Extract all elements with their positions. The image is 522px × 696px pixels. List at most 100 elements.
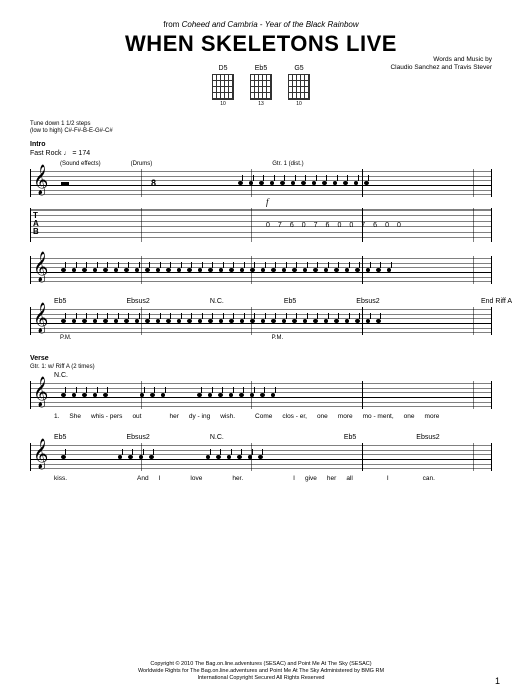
lyric: more	[425, 413, 440, 420]
lyric: can.	[423, 475, 435, 482]
tab-numbers: 0 7 6 0 7 6 0 0 7 6 0 0	[266, 208, 401, 242]
treble-clef-icon: 𝄞	[33, 167, 48, 193]
lyric: whis - pers	[91, 413, 122, 420]
chord: N.C.	[210, 434, 224, 441]
album-text: Year of the Black Rainbow	[265, 20, 359, 29]
chord-row: Eb5 Ebsus2 N.C. Eb5 Ebsus2 End Riff A	[30, 298, 492, 305]
note-icon	[345, 319, 350, 323]
note-icon	[61, 268, 66, 272]
note-icon	[145, 319, 150, 323]
lyric: I	[159, 475, 161, 482]
chord: Eb5	[344, 434, 356, 441]
note-icon	[324, 319, 329, 323]
tab-label: T A B	[33, 212, 39, 236]
footer-line3: International Copyright Secured All Righ…	[30, 675, 492, 682]
note-icon	[355, 268, 360, 272]
lyrics-row: 1. She whis - pers out her dy - ing wish…	[30, 413, 492, 420]
chord: Eb5	[54, 434, 66, 441]
note-icon	[334, 319, 339, 323]
footer-line1: Copyright © 2010 The Bag.on.line.adventu…	[30, 661, 492, 668]
chord: Ebsus2	[126, 434, 149, 441]
note-icon	[82, 319, 87, 323]
note-icon	[239, 393, 244, 397]
note-icon	[93, 319, 98, 323]
notation-staff: 𝄞	[30, 256, 492, 284]
note-icon	[366, 268, 371, 272]
note-icon	[139, 455, 144, 459]
lyric: dy - ing	[189, 413, 210, 420]
chord: Eb5	[54, 298, 66, 305]
note-icon	[282, 319, 287, 323]
fret-grid	[288, 74, 310, 100]
system-verse2: Eb5 Ebsus2 N.C. Eb5 Ebsus2 𝄞 kiss. And I…	[30, 434, 492, 482]
note-icon	[313, 268, 318, 272]
lyric: her.	[232, 475, 243, 482]
tab-num: 6	[373, 222, 377, 229]
note-icon	[387, 268, 392, 272]
chord: Eb5	[284, 298, 296, 305]
lyric: mo - ment,	[363, 413, 394, 420]
note-icon	[166, 319, 171, 323]
chord-name: G5	[288, 65, 310, 72]
note-icon	[292, 268, 297, 272]
note-icon	[177, 319, 182, 323]
note-icon	[218, 393, 223, 397]
tuning-note: Tune down 1 1/2 steps (low to high) C#-F…	[30, 121, 492, 135]
system-intro: (Sound effects) (Drums) Gtr. 1 (dist.) 𝄞…	[30, 161, 492, 242]
notation-staff: 𝄞	[30, 443, 492, 471]
treble-clef-icon: 𝄞	[33, 441, 48, 467]
tab-num: 7	[361, 222, 365, 229]
note-icon	[128, 455, 133, 459]
note-icon	[248, 455, 253, 459]
note-icon	[216, 455, 221, 459]
chord-name: D5	[212, 65, 234, 72]
annotation-row: (Sound effects) (Drums) Gtr. 1 (dist.)	[30, 161, 492, 167]
sep-text: -	[260, 20, 263, 29]
note-icon	[345, 268, 350, 272]
page-number: 1	[495, 676, 500, 686]
note-icon	[258, 455, 263, 459]
note-icon	[303, 319, 308, 323]
note-icon	[145, 268, 150, 272]
notes-row	[61, 387, 485, 403]
lyric: out	[132, 413, 141, 420]
lyric: her	[327, 475, 336, 482]
notes-row: 8	[61, 175, 485, 191]
note-icon	[103, 393, 108, 397]
note-icon	[354, 181, 359, 185]
note-icon	[270, 181, 275, 185]
note-icon	[333, 181, 338, 185]
song-header: from Coheed and Cambria - Year of the Bl…	[30, 20, 492, 57]
chord: N.C.	[54, 372, 68, 379]
note-icon	[161, 393, 166, 397]
tuning-line1: Tune down 1 1/2 steps	[30, 121, 492, 128]
note-icon	[312, 181, 317, 185]
note-icon	[156, 268, 161, 272]
tab-num: 0	[266, 222, 270, 229]
lyric: love	[190, 475, 202, 482]
note-icon	[322, 181, 327, 185]
note-icon	[261, 319, 266, 323]
tempo-marking: Fast Rock ♩ = 174	[30, 150, 492, 157]
note-icon	[187, 268, 192, 272]
note-icon	[291, 181, 296, 185]
note-icon	[301, 181, 306, 185]
tab-staff: T A B 0 7 6 0 7 6 0 0 7 6 0 0	[30, 208, 492, 242]
album-line: from Coheed and Cambria - Year of the Bl…	[30, 20, 492, 29]
note-icon	[238, 181, 243, 185]
note-icon	[72, 393, 77, 397]
chord-diagram-eb5: Eb5 13	[250, 65, 272, 107]
note-icon	[61, 319, 66, 323]
note-icon	[260, 393, 265, 397]
from-text: from	[163, 20, 179, 29]
notes-row	[61, 313, 485, 329]
chord-row: Eb5 Ebsus2 N.C. Eb5 Ebsus2	[30, 434, 492, 441]
notes-row	[61, 262, 485, 278]
note-icon	[219, 268, 224, 272]
note-icon	[72, 319, 77, 323]
credits-line1: Words and Music by	[390, 56, 492, 64]
dynamic-f: f	[266, 197, 269, 207]
lyric: clos - er,	[282, 413, 307, 420]
note-icon	[114, 268, 119, 272]
note-icon	[280, 181, 285, 185]
